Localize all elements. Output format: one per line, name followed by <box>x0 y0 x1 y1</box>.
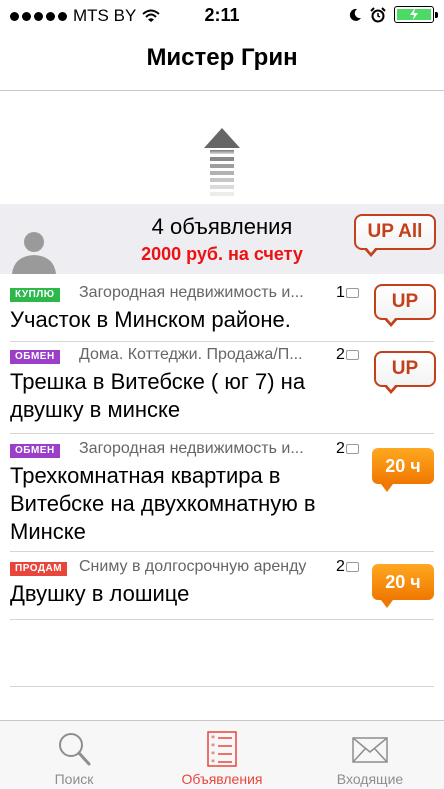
moon-icon <box>349 8 361 21</box>
battery-icon <box>394 6 438 23</box>
envelope-icon <box>352 737 388 763</box>
svg-text:*: * <box>211 758 215 767</box>
comment-icon <box>345 287 359 298</box>
timer-badge[interactable]: 20 ч <box>372 564 434 608</box>
comment-count: 1 <box>336 284 359 302</box>
comment-count: 2 <box>336 440 359 458</box>
tab-label: Входящие <box>336 771 404 787</box>
listing-tag: ОБМЕН <box>10 350 60 364</box>
listing-category: Дома. Коттеджи. Продажа/П... <box>79 346 303 363</box>
comment-icon <box>345 561 359 572</box>
arrow-up-icon <box>204 128 240 196</box>
status-bar: MTS BY 2:11 <box>0 0 444 30</box>
up-all-label: UP All <box>367 221 423 242</box>
tab-listings[interactable]: * * * * Объявления <box>148 721 296 789</box>
listing-title: Трешка в Витебске ( юг 7) на двушку в ми… <box>10 369 306 422</box>
comment-count: 2 <box>336 346 359 364</box>
listing-title: Двушку в лошице <box>10 581 190 606</box>
timer-badge[interactable]: 20 ч <box>372 448 434 492</box>
list-icon: * * * * <box>207 731 237 767</box>
tab-label: Поиск <box>54 771 94 787</box>
up-all-button[interactable]: UP All <box>354 214 436 257</box>
divider <box>10 619 434 620</box>
up-button[interactable]: UP <box>374 351 436 394</box>
listing-category: Загородная недвижимость и... <box>79 284 304 301</box>
search-icon <box>59 733 91 766</box>
listing-tag: ОБМЕН <box>10 444 60 458</box>
timer-label: 20 ч <box>385 455 421 476</box>
alarm-icon <box>370 6 386 22</box>
divider <box>10 551 434 552</box>
up-label: UP <box>391 291 419 312</box>
page-title: Мистер Грин <box>146 44 298 71</box>
listing-tag: ПРОДАМ <box>10 562 68 576</box>
tab-inbox[interactable]: Входящие <box>296 721 444 789</box>
timer-label: 20 ч <box>385 571 421 592</box>
status-right <box>348 6 438 23</box>
navigation-bar: Мистер Грин <box>0 30 444 91</box>
tab-search[interactable]: Поиск <box>0 721 148 789</box>
listing-category: Загородная недвижимость и... <box>79 440 304 457</box>
listing-title: Участок в Минском районе. <box>10 307 291 332</box>
comment-icon <box>345 443 359 454</box>
divider <box>10 433 434 434</box>
listing-title: Трехкомнатная квартира в Витебске на дву… <box>10 463 316 544</box>
divider <box>10 686 434 687</box>
comment-icon <box>345 349 359 360</box>
listing-tag: КУПЛЮ <box>10 288 60 302</box>
up-button[interactable]: UP <box>374 284 436 327</box>
tab-label: Объявления <box>181 771 263 787</box>
comment-count: 2 <box>336 558 359 576</box>
up-label: UP <box>391 358 419 379</box>
tab-bar: Поиск * * * * Объявления Входящие <box>0 720 444 789</box>
listing-category: Сниму в долгосрочную аренду <box>79 558 307 575</box>
